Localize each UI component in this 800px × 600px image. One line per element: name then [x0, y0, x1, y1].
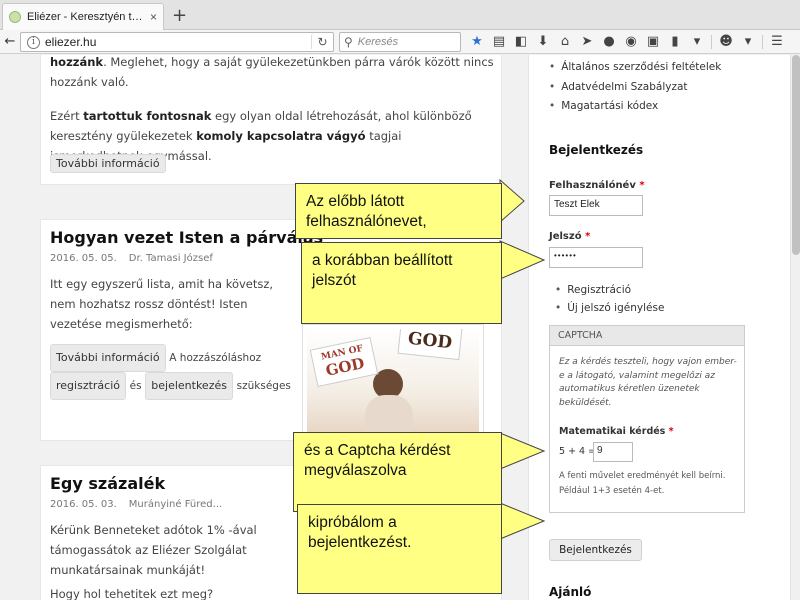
- post-actions: További információ A hozzászóláshoz regi…: [50, 344, 300, 400]
- more-info-button[interactable]: További információ: [50, 344, 166, 372]
- new-password-link[interactable]: Új jelszó igénylése: [555, 299, 664, 317]
- post-title[interactable]: Hogyan vezet Isten a párválas: [50, 228, 323, 247]
- password-field[interactable]: ••••••: [549, 247, 643, 268]
- browser-tab[interactable]: Eliézer - Keresztyén társker... ×: [2, 3, 164, 30]
- math-equation: 5 + 4 =: [559, 446, 597, 457]
- conjunction-text: és: [129, 380, 142, 392]
- nav-bar: ← i eliezer.hu ↻ ⚲ Keresés ★ ▤ ◧ ⬇ ⌂ ➤ ●…: [0, 30, 800, 54]
- send-icon[interactable]: ➤: [576, 33, 598, 51]
- callout-username: Az előbb látott felhasználónevet,: [295, 183, 502, 239]
- callout-login: kipróbálom a bejelentkezést.: [297, 504, 502, 594]
- dropdown-icon[interactable]: ▾: [686, 33, 708, 51]
- username-field[interactable]: Teszt Elek: [549, 195, 643, 216]
- captcha-description: Ez a kérdés teszteli, hogy vajon ember-e…: [559, 357, 737, 408]
- intro-paragraph-1: hozzánk. Meglehet, hogy a saját gyülekez…: [50, 55, 494, 89]
- library-icon[interactable]: ◧: [510, 33, 532, 51]
- register-link[interactable]: regisztráció: [50, 372, 127, 400]
- person-body: [365, 395, 413, 435]
- post-meta: 2016. 05. 03. Murányiné Füred...: [50, 499, 222, 510]
- new-tab-button[interactable]: +: [172, 5, 187, 26]
- god-sign: GOD: [397, 329, 463, 361]
- reload-icon[interactable]: ↻: [311, 35, 333, 49]
- sidebar: Általános szerződési feltételek Adatvéde…: [528, 55, 790, 600]
- captcha-answer-field[interactable]: 9: [593, 442, 633, 462]
- password-label: Jelszó *: [549, 231, 591, 242]
- tab-bar: Eliézer - Keresztyén társker... × +: [0, 0, 800, 30]
- clipboard-icon[interactable]: ▮: [664, 33, 686, 51]
- math-question-label: Matematikai kérdés *: [559, 426, 674, 437]
- close-tab-icon[interactable]: ×: [150, 10, 157, 24]
- login-title: Bejelentkezés: [549, 143, 644, 157]
- captcha-legend: CAPTCHA: [550, 326, 744, 346]
- callout-password: a korábban beállított jelszót: [301, 242, 502, 324]
- search-input[interactable]: ⚲ Keresés: [339, 32, 461, 52]
- username-label: Felhasználónév *: [549, 180, 645, 191]
- download-icon[interactable]: ⬇: [532, 33, 554, 51]
- dropdown-icon[interactable]: ▾: [737, 33, 759, 51]
- register-link[interactable]: Regisztráció: [555, 281, 664, 299]
- toolbar-divider: [711, 35, 712, 49]
- account-links: Regisztráció Új jelszó igénylése: [555, 281, 664, 317]
- login-link[interactable]: bejelentkezés: [145, 372, 233, 400]
- captcha-example: Például 1+3 esetén 4-et.: [559, 486, 665, 496]
- callout-captcha: és a Captcha kérdést megválaszolva: [293, 432, 502, 512]
- scrollbar[interactable]: [790, 55, 800, 600]
- post-excerpt-more: Hogy hol tehetitek ezt meg?: [50, 587, 214, 600]
- conduct-link[interactable]: Magatartási kódex: [549, 97, 721, 117]
- privacy-link[interactable]: Adatvédelmi Szabályzat: [549, 78, 721, 98]
- post-meta: 2016. 05. 05. Dr. Tamasi József: [50, 253, 213, 264]
- toolbar-icons: ★ ▤ ◧ ⬇ ⌂ ➤ ● ◉ ▣ ▮ ▾ ☻ ▾ ☰: [466, 33, 788, 51]
- extension-icon[interactable]: ◉: [620, 33, 642, 51]
- more-info-button[interactable]: További információ: [50, 154, 166, 173]
- url-text[interactable]: eliezer.hu: [45, 35, 311, 49]
- chat-icon[interactable]: ●: [598, 33, 620, 51]
- man-of-god-image: GOD MAN OF GOD: [307, 329, 479, 437]
- post-thumbnail[interactable]: GOD MAN OF GOD: [302, 324, 484, 442]
- menu-icon[interactable]: ☰: [766, 33, 788, 51]
- intro-card: hozzánk. Meglehet, hogy a saját gyülekez…: [40, 55, 502, 185]
- site-favicon-icon: [9, 11, 21, 23]
- profile-icon[interactable]: ☻: [715, 33, 737, 51]
- scrollbar-thumb[interactable]: [792, 55, 800, 255]
- post-author[interactable]: Dr. Tamasi József: [129, 253, 213, 264]
- tab-title: Eliézer - Keresztyén társker...: [27, 11, 144, 23]
- man-of-god-sign: MAN OF GOD: [309, 336, 379, 388]
- login-button[interactable]: Bejelentkezés: [549, 539, 642, 561]
- search-placeholder: Keresés: [357, 36, 399, 48]
- toolbar-divider: [762, 35, 763, 49]
- reading-list-icon[interactable]: ▤: [488, 33, 510, 51]
- home-icon[interactable]: ⌂: [554, 33, 576, 51]
- puzzle-icon[interactable]: ▣: [642, 33, 664, 51]
- post-author[interactable]: Murányiné Füred...: [129, 499, 222, 510]
- site-info-icon[interactable]: i: [27, 35, 40, 49]
- back-arrow-icon[interactable]: ←: [1, 33, 19, 51]
- comment-note: szükséges: [236, 380, 291, 392]
- terms-link[interactable]: Általános szerződési feltételek: [549, 58, 721, 78]
- post-excerpt: Itt egy egyszerű lista, amit ha követsz,…: [50, 277, 274, 331]
- post-title[interactable]: Egy százalék: [50, 474, 165, 493]
- post-date: 2016. 05. 03.: [50, 499, 117, 510]
- captcha-help: A fenti művelet eredményét kell beírni.: [559, 471, 726, 481]
- recommendation-title: Ajánló: [549, 585, 592, 599]
- search-icon: ⚲: [344, 35, 353, 49]
- post-date: 2016. 05. 05.: [50, 253, 117, 264]
- bookmark-star-icon[interactable]: ★: [466, 33, 488, 51]
- captcha-box: CAPTCHA Ez a kérdés teszteli, hogy vajon…: [549, 325, 745, 513]
- url-bar[interactable]: i eliezer.hu ↻: [20, 32, 334, 52]
- post-excerpt: Kérünk Benneteket adótok 1% -ával támoga…: [50, 523, 257, 577]
- legal-links: Általános szerződési feltételek Adatvéde…: [549, 58, 721, 117]
- comment-note: A hozzászóláshoz: [169, 352, 262, 364]
